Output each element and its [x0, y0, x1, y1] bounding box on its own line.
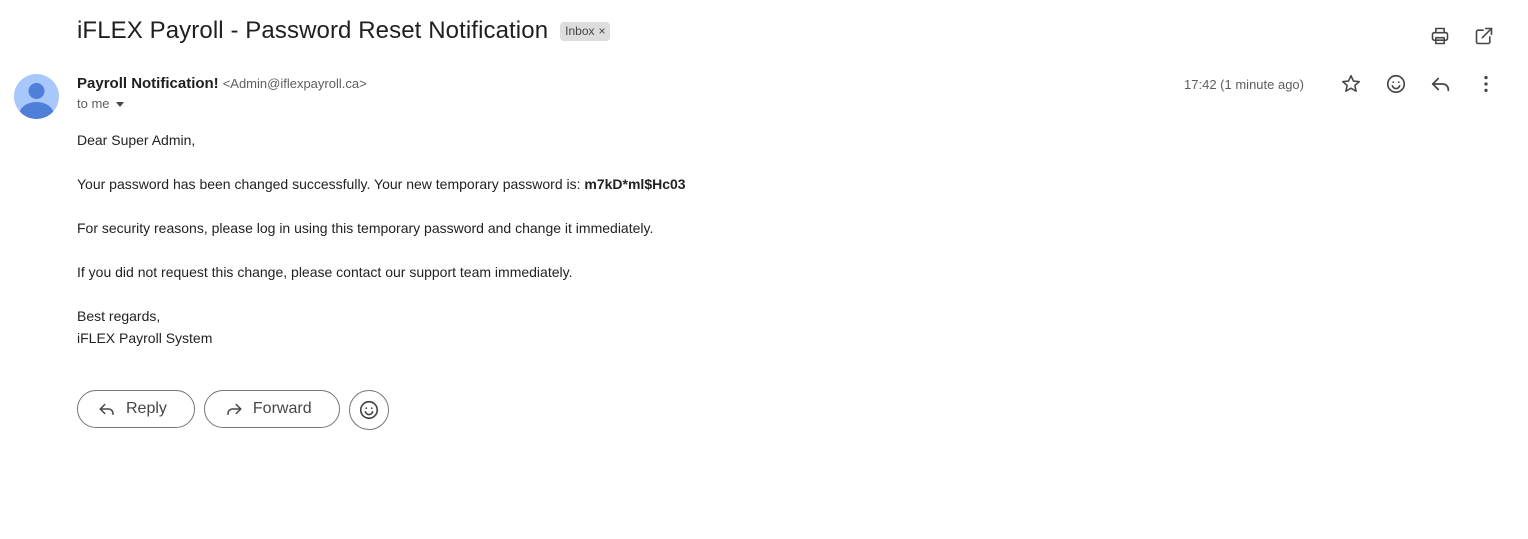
inbox-label-chip[interactable]: Inbox ×: [560, 21, 610, 41]
emoji-reaction-button[interactable]: [348, 390, 389, 430]
signoff: Best regards,: [77, 308, 161, 324]
forward-button-label: Forward: [252, 400, 312, 417]
email-subject: iFLEX Payroll - Password Reset Notificat…: [77, 17, 549, 44]
reply-icon[interactable]: [1429, 72, 1453, 96]
signature: iFLEX Payroll System: [77, 330, 213, 346]
recipient-text: to me: [77, 96, 110, 111]
forward-icon: [225, 400, 243, 418]
temporary-password: m7kD*ml$Hc03: [584, 176, 686, 192]
reply-button[interactable]: Reply: [77, 390, 195, 428]
subject-row: iFLEX Payroll - Password Reset Notificat…: [77, 17, 610, 45]
more-vert-icon[interactable]: [1474, 72, 1498, 96]
security-paragraph: For security reasons, please log in usin…: [77, 220, 654, 236]
emoji-icon[interactable]: [1384, 72, 1408, 96]
top-actions: [1428, 24, 1496, 48]
bottom-actions: Reply Forward: [77, 390, 389, 430]
open-in-new-icon[interactable]: [1472, 24, 1496, 48]
sender-email: <Admin@iflexpayroll.ca>: [222, 76, 367, 91]
emoji-icon: [358, 399, 380, 421]
reply-icon: [98, 400, 116, 418]
message-actions: 17:42 (1 minute ago): [1184, 72, 1498, 96]
sender-name[interactable]: Payroll Notification!: [77, 75, 219, 92]
password-intro: Your password has been changed successfu…: [77, 176, 585, 192]
print-icon[interactable]: [1428, 24, 1452, 48]
password-paragraph: Your password has been changed successfu…: [77, 173, 686, 195]
email-body: Dear Super Admin, Your password has been…: [77, 129, 686, 349]
avatar[interactable]: [14, 74, 59, 119]
sender-block: Payroll Notification! <Admin@iflexpayrol…: [77, 75, 367, 111]
greeting: Dear Super Admin,: [77, 132, 196, 148]
recipient-line[interactable]: to me: [77, 96, 367, 111]
support-paragraph: If you did not request this change, plea…: [77, 264, 573, 280]
email-view: iFLEX Payroll - Password Reset Notificat…: [0, 0, 1528, 539]
sender-line: Payroll Notification! <Admin@iflexpayrol…: [77, 75, 367, 92]
inbox-label-text: Inbox: [565, 23, 595, 38]
remove-label-button[interactable]: ×: [599, 24, 606, 38]
forward-button[interactable]: Forward: [203, 390, 340, 428]
timestamp: 17:42 (1 minute ago): [1184, 76, 1304, 92]
reply-button-label: Reply: [126, 400, 167, 417]
chevron-down-icon[interactable]: [115, 102, 124, 107]
star-icon[interactable]: [1339, 72, 1363, 96]
